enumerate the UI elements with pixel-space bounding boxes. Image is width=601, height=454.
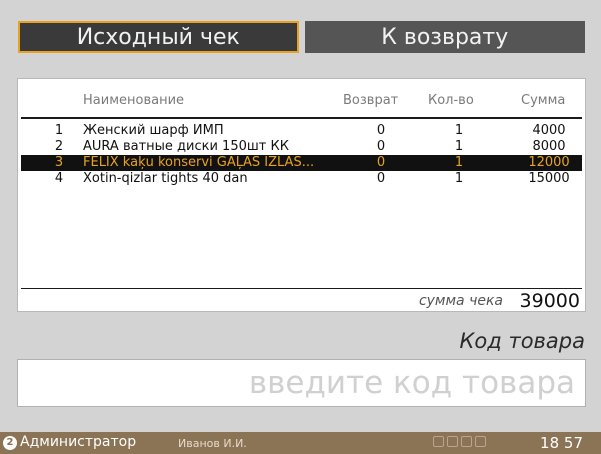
status-bar: 2 Администратор Иванов И.И. 18 57: [0, 432, 601, 454]
row-qty: 1: [454, 123, 464, 138]
tab-bar: Исходный чек К возврату: [18, 21, 585, 53]
row-sum: 8000: [532, 139, 566, 154]
table-row[interactable]: 1 Женский шарф ИМП 0 1 4000: [21, 123, 582, 139]
items-table: Наименование Возврат Кол-во Сумма 1 Женс…: [17, 78, 586, 312]
product-code-title: Код товара: [459, 329, 585, 353]
row-sum: 4000: [532, 123, 566, 138]
row-return: 0: [376, 123, 386, 138]
row-number: 4: [54, 171, 64, 186]
header-divider: [21, 117, 582, 119]
row-return: 0: [376, 155, 386, 170]
row-return: 0: [376, 171, 386, 186]
row-return: 0: [376, 139, 386, 154]
total-divider: [21, 288, 582, 289]
sync-status-icon: [475, 436, 486, 447]
printer-status-icon: [447, 436, 458, 447]
receipt-total-value: 39000: [519, 290, 580, 312]
table-header: Наименование Возврат Кол-во Сумма: [18, 93, 585, 109]
device-status-icon: [433, 436, 444, 447]
product-code-input[interactable]: [17, 359, 586, 407]
status-icons: [433, 436, 486, 450]
user-role: Администратор: [20, 434, 137, 450]
row-number: 3: [54, 155, 64, 170]
column-header-qty: Кол-во: [428, 93, 474, 108]
row-number: 1: [54, 123, 64, 138]
row-name: Женский шарф ИМП: [83, 123, 224, 138]
column-header-name: Наименование: [83, 93, 185, 108]
tab-original-receipt[interactable]: Исходный чек: [18, 21, 299, 53]
row-sum: 12000: [528, 155, 570, 170]
table-row[interactable]: 2 AURA ватные диски 150шт КК 0 1 8000: [21, 139, 582, 155]
receipt-total-label: сумма чека: [418, 293, 503, 309]
user-name: Иванов И.И.: [178, 437, 247, 450]
row-name: Xotin-qizlar tights 40 dan: [83, 171, 248, 186]
role-badge: 2: [3, 436, 17, 450]
column-header-sum: Сумма: [521, 93, 566, 108]
row-name: FELIX kaķu konservi GAĻAS IZLAS...: [83, 155, 315, 170]
row-sum: 15000: [528, 171, 570, 186]
row-qty: 1: [454, 171, 464, 186]
clock: 18 57: [540, 434, 583, 452]
table-row[interactable]: 4 Xotin-qizlar tights 40 dan 0 1 15000: [21, 171, 582, 187]
row-qty: 1: [454, 139, 464, 154]
tab-to-return[interactable]: К возврату: [304, 21, 585, 53]
row-number: 2: [54, 139, 64, 154]
column-header-return: Возврат: [343, 93, 399, 108]
row-name: AURA ватные диски 150шт КК: [83, 139, 289, 154]
network-status-icon: [461, 436, 472, 447]
table-row-selected[interactable]: 3 FELIX kaķu konservi GAĻAS IZLAS... 0 1…: [21, 155, 582, 171]
row-qty: 1: [454, 155, 464, 170]
